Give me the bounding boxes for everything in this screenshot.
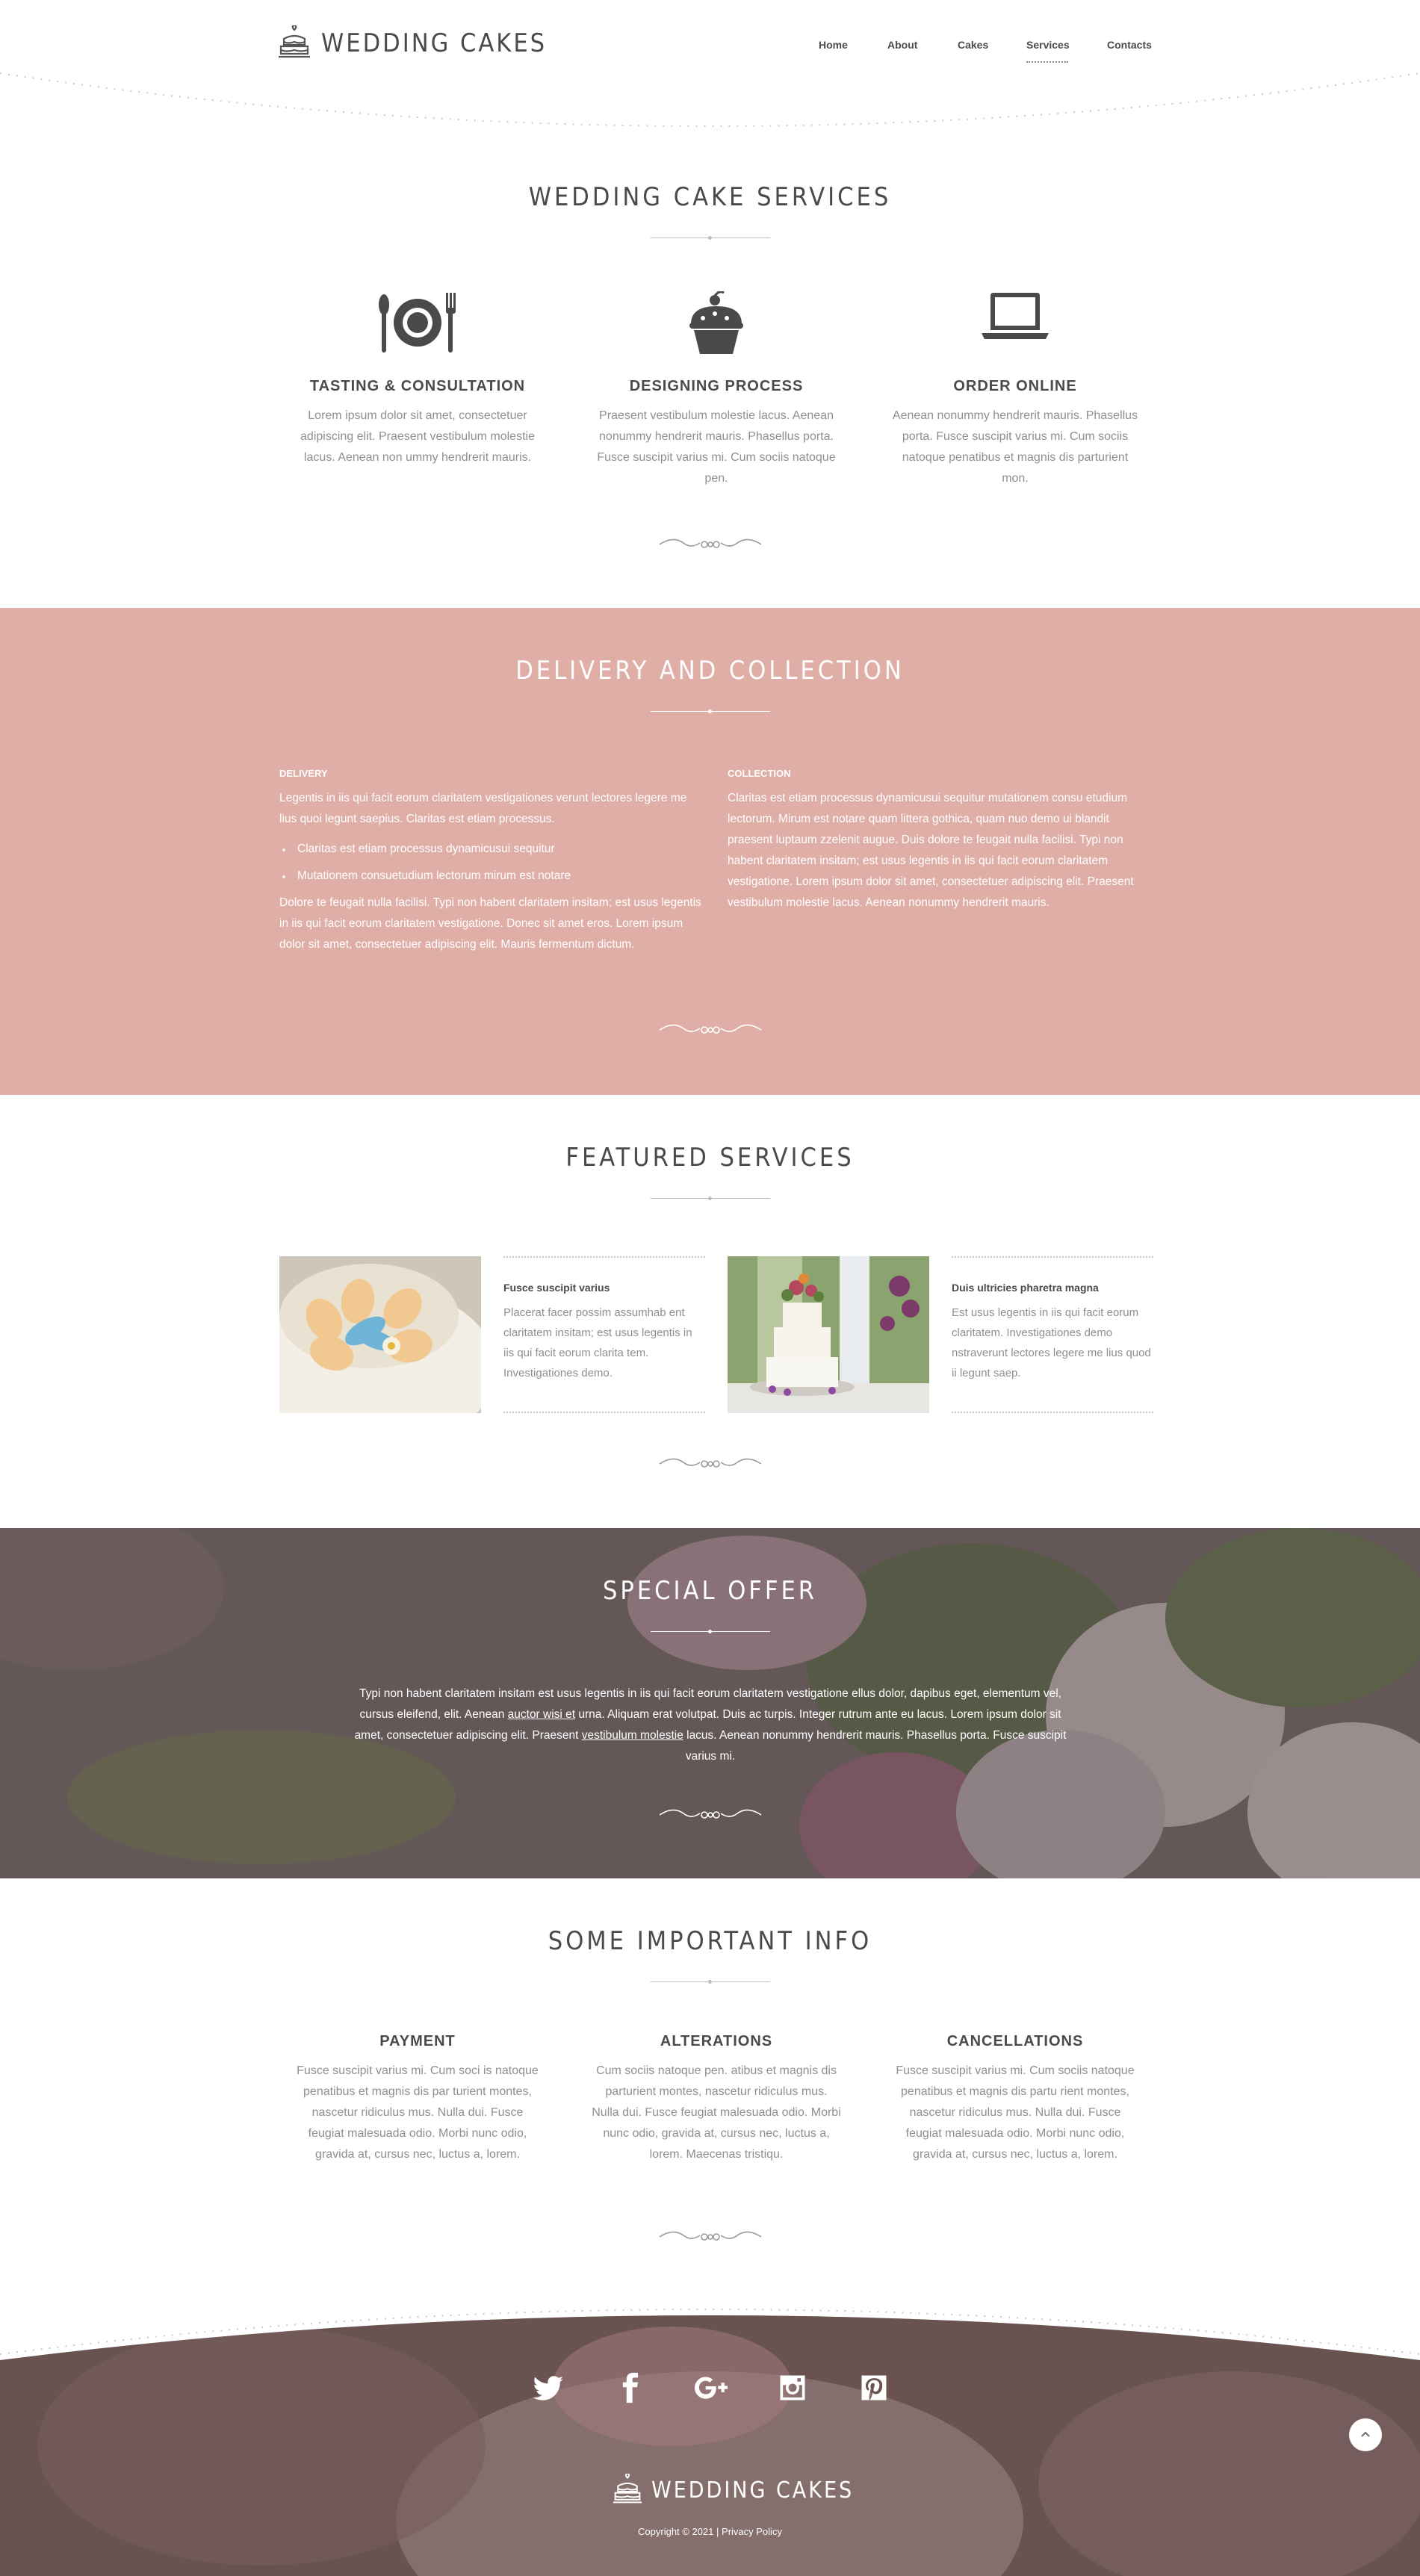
info-text: Fusce suscipit varius mi. Cum soci is na… <box>297 2064 539 2161</box>
service-item: ORDER ONLINE Aenean nonummy hendrerit ma… <box>890 291 1140 489</box>
service-text: Praesent vestibulum molestie lacus. Aene… <box>597 409 836 485</box>
offer-text: Typi non habent claritatem insitam est u… <box>351 1683 1070 1767</box>
section-title: DELIVERY AND COLLECTION <box>515 656 905 686</box>
section-title: FEATURED SERVICES <box>565 1143 855 1173</box>
info-item: PAYMENT Fusce suscipit varius mi. Cum so… <box>293 2033 542 2165</box>
title-divider <box>650 1979 770 1985</box>
collection-column: COLLECTION Claritas est etiam processus … <box>728 768 1146 913</box>
info-title: PAYMENT <box>379 2033 456 2049</box>
logo[interactable]: WEDDING CAKES <box>278 25 547 61</box>
bullet-icon <box>282 875 285 878</box>
info-section: SOME IMPORTANT INFO PAYMENT Fusce suscip… <box>0 1878 1420 2297</box>
copyright-text: Copyright © 2021 <box>638 2526 714 2537</box>
title-divider <box>650 1629 770 1635</box>
section-title: SPECIAL OFFER <box>602 1576 818 1606</box>
laptop-icon <box>982 293 1049 339</box>
service-item: DESIGNING PROCESS Praesent vestibulum mo… <box>592 291 841 489</box>
info-item: CANCELLATIONS Fusce suscipit varius mi. … <box>890 2033 1140 2165</box>
info-item: ALTERATIONS Cum sociis natoque pen. atib… <box>592 2033 841 2165</box>
flourish-divider <box>659 539 761 548</box>
list-item-text: Mutationem consuetudium lectorum mirum e… <box>297 869 571 882</box>
info-title: ALTERATIONS <box>660 2033 773 2049</box>
offer-link[interactable]: vestibulum molestie <box>582 1729 683 1742</box>
copyright-separator: | <box>716 2526 719 2537</box>
featured-text: Fusce suscipit varius Placerat facer pos… <box>503 1256 705 1413</box>
scroll-top-button[interactable] <box>1349 2418 1382 2451</box>
list-item: Mutationem consuetudium lectorum mirum e… <box>279 863 705 890</box>
featured-heading[interactable]: Duis ultricies pharetra magna <box>952 1282 1153 1294</box>
cake-icon <box>613 2474 642 2504</box>
header: WEDDING CAKES Home About Cakes Services … <box>0 0 1420 134</box>
delivery-intro: Legentis in iis qui facit eorum claritat… <box>279 792 687 825</box>
service-text: Lorem ipsum dolor sit amet, consectetuer… <box>300 409 535 464</box>
plate-cutlery-icon <box>379 293 456 353</box>
footer-logo[interactable]: WEDDING CAKES <box>613 2474 854 2507</box>
info-title: CANCELLATIONS <box>946 2033 1084 2049</box>
featured-image[interactable] <box>728 1256 929 1413</box>
privacy-policy-link[interactable]: Privacy Policy <box>722 2526 782 2537</box>
section-title: SOME IMPORTANT INFO <box>548 1926 872 1956</box>
title-divider <box>650 1196 770 1202</box>
footer: WEDDING CAKES Copyright © 2021 | Privacy… <box>0 2297 1420 2576</box>
service-title: ORDER ONLINE <box>953 378 1077 394</box>
collection-heading: COLLECTION <box>728 768 791 779</box>
featured-image[interactable] <box>279 1256 481 1413</box>
collection-text: Claritas est etiam processus dynamicusui… <box>728 792 1134 909</box>
offer-link[interactable]: auctor wisi et <box>508 1708 575 1721</box>
header-dotted-curve <box>0 72 1420 127</box>
service-title: DESIGNING PROCESS <box>629 378 804 394</box>
cake-icon <box>279 25 310 58</box>
featured-section: FEATURED SERVICES Fusce suscipit varius … <box>0 1095 1420 1528</box>
flourish-divider <box>659 1024 761 1034</box>
white-wedding-cake-flowers-photo <box>728 1256 929 1413</box>
nav-cakes[interactable]: Cakes <box>958 39 988 51</box>
service-title: TASTING & CONSULTATION <box>309 378 526 394</box>
service-text: Aenean nonummy hendrerit mauris. Phasell… <box>892 409 1138 485</box>
bullet-icon <box>282 848 285 851</box>
delivery-heading: DELIVERY <box>279 768 328 779</box>
pinterest-icon[interactable] <box>858 2371 890 2404</box>
nav-about[interactable]: About <box>887 39 917 51</box>
flourish-divider <box>659 1809 761 1819</box>
service-item: TASTING & CONSULTATION Lorem ipsum dolor… <box>293 291 542 468</box>
featured-desc: Placerat facer possim assumhab ent clari… <box>503 1306 692 1379</box>
info-text: Cum sociis natoque pen. atibus et magnis… <box>592 2064 841 2161</box>
cupcake-icon <box>689 291 743 354</box>
delivery-outro: Dolore te feugait nulla facilisi. Typi n… <box>279 896 701 951</box>
featured-desc: Est usus legentis in iis qui facit eorum… <box>952 1306 1151 1379</box>
info-text: Fusce suscipit varius mi. Cum sociis nat… <box>896 2064 1135 2161</box>
nav-contacts[interactable]: Contacts <box>1107 39 1152 51</box>
brand-name: WEDDING CAKES <box>321 28 548 58</box>
section-title: WEDDING CAKE SERVICES <box>528 182 892 212</box>
social-links <box>532 2371 890 2409</box>
offer-section: SPECIAL OFFER Typi non habent claritatem… <box>0 1528 1420 1878</box>
google-plus-icon[interactable] <box>695 2371 728 2404</box>
chevron-up-icon <box>1361 2431 1370 2437</box>
delivery-column: DELIVERY Legentis in iis qui facit eorum… <box>279 768 705 955</box>
cake-with-blue-flower-photo <box>279 1256 481 1413</box>
footer-brand-name: WEDDING CAKES <box>651 2477 855 2504</box>
title-divider <box>650 709 770 715</box>
delivery-section: DELIVERY AND COLLECTION DELIVERY Legenti… <box>0 608 1420 1095</box>
nav-active-indicator <box>1026 61 1068 63</box>
featured-text: Duis ultricies pharetra magna Est usus l… <box>952 1256 1153 1413</box>
flourish-divider <box>659 2231 761 2241</box>
title-divider <box>650 235 770 241</box>
instagram-icon[interactable] <box>776 2371 809 2404</box>
facebook-icon[interactable] <box>613 2371 646 2404</box>
copyright-bar: Copyright © 2021 | Privacy Policy <box>0 2526 1420 2537</box>
list-item: Claritas est etiam processus dynamicusui… <box>279 836 705 863</box>
nav-home[interactable]: Home <box>819 39 848 51</box>
nav-services[interactable]: Services <box>1026 39 1070 51</box>
offer-text-part: lacus. Aenean nonummy hendrerit mauris. … <box>683 1729 1067 1763</box>
featured-heading[interactable]: Fusce suscipit varius <box>503 1282 705 1294</box>
list-item-text: Claritas est etiam processus dynamicusui… <box>297 842 555 855</box>
services-section: WEDDING CAKE SERVICES TASTING & CONSULTA… <box>0 134 1420 608</box>
flourish-divider <box>659 1458 761 1468</box>
twitter-icon[interactable] <box>532 2371 565 2404</box>
